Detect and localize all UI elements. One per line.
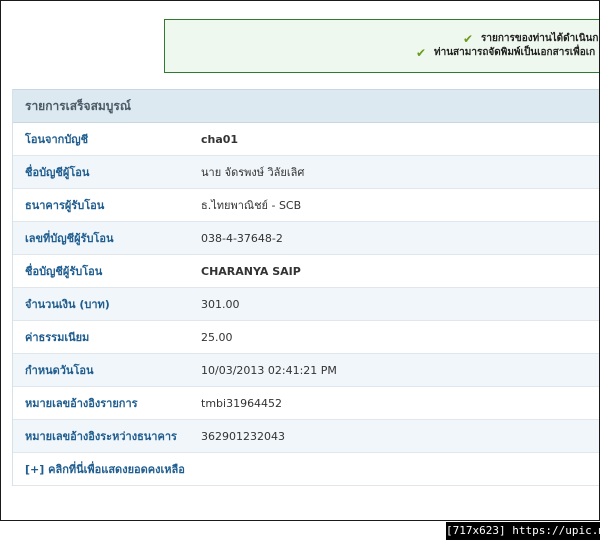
row-label: ธนาคารผู้รับโอน bbox=[25, 199, 105, 212]
check-icon: ✔ bbox=[415, 45, 427, 60]
show-balance-link[interactable]: [+] คลิกที่นี่เพื่อแสดงยอดคงเหลือ bbox=[13, 453, 599, 486]
screenshot-frame: ✔ รายการของท่านได้ดำเนินก ✔ ท่านสามารถจั… bbox=[0, 0, 600, 521]
success-line-1: ✔ รายการของท่านได้ดำเนินก bbox=[461, 31, 598, 46]
row-label: เลขที่บัญชีผู้รับโอน bbox=[25, 232, 114, 245]
row-value: 362901232043 bbox=[201, 429, 285, 443]
row-value: cha01 bbox=[201, 132, 239, 146]
row-sender-name: ชื่อบัญชีผู้โอน นาย จัดรพงษ์ วิลัยเลิศ bbox=[13, 156, 599, 189]
row-value: 301.00 bbox=[201, 297, 240, 311]
row-recipient-account-name: ชื่อบัญชีผู้รับโอน CHARANYA SAIP bbox=[13, 255, 599, 288]
row-value: 25.00 bbox=[201, 330, 233, 344]
row-interbank-reference: หมายเลขอ้างอิงระหว่างธนาคาร 362901232043 bbox=[13, 420, 599, 453]
transaction-panel: รายการเสร็จสมบูรณ์ โอนจากบัญชี cha01 ชื่… bbox=[12, 89, 599, 486]
success-line-2: ✔ ท่านสามารถจัดพิมพ์เป็นเอกสารเพื่อเก bbox=[414, 45, 595, 60]
row-recipient-bank: ธนาคารผู้รับโอน ธ.ไทยพาณิชย์ - SCB bbox=[13, 189, 599, 222]
row-amount: จำนวนเงิน (บาท) 301.00 bbox=[13, 288, 599, 321]
row-fee: ค่าธรรมเนียม 25.00 bbox=[13, 321, 599, 354]
check-icon: ✔ bbox=[462, 31, 474, 46]
row-label: ชื่อบัญชีผู้โอน bbox=[25, 166, 90, 179]
row-value: 10/03/2013 02:41:21 PM bbox=[201, 363, 337, 377]
row-label: โอนจากบัญชี bbox=[25, 133, 89, 146]
row-label: หมายเลขอ้างอิงรายการ bbox=[25, 397, 138, 410]
row-label: จำนวนเงิน (บาท) bbox=[25, 298, 110, 311]
row-value: tmbi31964452 bbox=[201, 396, 283, 410]
row-value: 038-4-37648-2 bbox=[201, 231, 283, 245]
panel-title: รายการเสร็จสมบูรณ์ bbox=[13, 89, 599, 123]
row-label: ค่าธรรมเนียม bbox=[25, 331, 90, 344]
row-reference-number: หมายเลขอ้างอิงรายการ tmbi31964452 bbox=[13, 387, 599, 420]
row-label: หมายเลขอ้างอิงระหว่างธนาคาร bbox=[25, 430, 177, 443]
row-value: ธ.ไทยพาณิชย์ - SCB bbox=[201, 199, 302, 212]
row-label: กำหนดวันโอน bbox=[25, 364, 94, 377]
row-value: CHARANYA SAIP bbox=[201, 264, 301, 278]
success-notice: ✔ รายการของท่านได้ดำเนินก ✔ ท่านสามารถจั… bbox=[164, 19, 599, 73]
row-value: นาย จัดรพงษ์ วิลัยเลิศ bbox=[201, 166, 305, 179]
success-text-1: รายการของท่านได้ดำเนินก bbox=[481, 33, 599, 44]
row-recipient-account-number: เลขที่บัญชีผู้รับโอน 038-4-37648-2 bbox=[13, 222, 599, 255]
success-text-2: ท่านสามารถจัดพิมพ์เป็นเอกสารเพื่อเก bbox=[434, 47, 596, 58]
row-label: ชื่อบัญชีผู้รับโอน bbox=[25, 265, 103, 278]
row-transfer-date: กำหนดวันโอน 10/03/2013 02:41:21 PM bbox=[13, 354, 599, 387]
row-from-account: โอนจากบัญชี cha01 bbox=[13, 123, 599, 156]
watermark-label: [717x623] https://upic.me/ bbox=[446, 522, 600, 540]
